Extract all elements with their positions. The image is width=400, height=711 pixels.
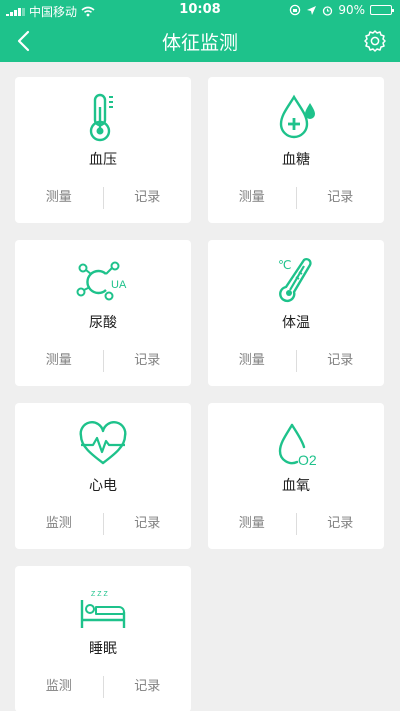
battery-icon bbox=[370, 5, 394, 15]
card-title: 心电 bbox=[89, 478, 117, 494]
card-title: 体温 bbox=[282, 315, 310, 331]
record-button[interactable]: 记录 bbox=[104, 185, 192, 211]
oxygen-drop-icon: O2 bbox=[278, 423, 317, 468]
nav-bar: 体征监测 bbox=[0, 20, 400, 62]
icon-text-zzz: Z Z Z bbox=[91, 591, 108, 598]
card-title: 血压 bbox=[89, 152, 117, 168]
card-title: 血糖 bbox=[282, 152, 310, 168]
measure-button[interactable]: 测量 bbox=[15, 185, 103, 211]
card-actions: 监测 记录 bbox=[15, 674, 191, 700]
card-title: 睡眠 bbox=[89, 641, 117, 657]
record-button[interactable]: 记录 bbox=[297, 511, 385, 537]
record-button[interactable]: 记录 bbox=[104, 511, 192, 537]
card-actions: 监测 记录 bbox=[15, 511, 191, 537]
status-right: 90% bbox=[289, 3, 394, 17]
page-title: 体征监测 bbox=[161, 32, 238, 54]
monitor-button[interactable]: 监测 bbox=[15, 511, 103, 537]
record-button[interactable]: 记录 bbox=[104, 348, 192, 374]
alarm-icon bbox=[323, 5, 333, 16]
card-actions: 测量 记录 bbox=[208, 348, 384, 374]
card-title: 尿酸 bbox=[89, 315, 117, 331]
card-blood-oxygen[interactable]: O2 血氧 测量 记录 bbox=[208, 403, 384, 549]
measure-button[interactable]: 测量 bbox=[208, 511, 296, 537]
icon-text-ua: UA bbox=[111, 279, 127, 291]
card-blood-sugar[interactable]: 血糖 测量 记录 bbox=[208, 77, 384, 223]
card-actions: 测量 记录 bbox=[15, 185, 191, 211]
card-body-temperature[interactable]: ℃ 体温 测量 记录 bbox=[208, 240, 384, 386]
battery-percent: 90% bbox=[338, 3, 365, 17]
icon-text-celsius: ℃ bbox=[278, 258, 291, 272]
card-title: 血氧 bbox=[282, 478, 310, 494]
record-button[interactable]: 记录 bbox=[297, 348, 385, 374]
record-button[interactable]: 记录 bbox=[297, 185, 385, 211]
card-blood-pressure[interactable]: 血压 测量 记录 bbox=[15, 77, 191, 223]
thermometer-icon bbox=[89, 93, 113, 142]
measure-button[interactable]: 测量 bbox=[208, 348, 296, 374]
card-uric-acid[interactable]: UA 尿酸 测量 记录 bbox=[15, 240, 191, 386]
card-ecg[interactable]: 心电 监测 记录 bbox=[15, 403, 191, 549]
status-bar: 中国移动 10:08 90% bbox=[0, 0, 400, 20]
record-button[interactable]: 记录 bbox=[104, 674, 192, 700]
measure-button[interactable]: 测量 bbox=[15, 348, 103, 374]
card-actions: 测量 记录 bbox=[208, 185, 384, 211]
heart-ecg-icon bbox=[79, 421, 127, 465]
card-actions: 测量 记录 bbox=[208, 511, 384, 537]
gear-icon[interactable] bbox=[362, 28, 388, 54]
card-sleep[interactable]: Z Z Z 睡眠 监测 记录 bbox=[15, 566, 191, 711]
card-actions: 测量 记录 bbox=[15, 348, 191, 374]
icon-text-o2: O2 bbox=[298, 452, 317, 468]
monitor-button[interactable]: 监测 bbox=[15, 674, 103, 700]
uric-acid-molecule-icon: UA bbox=[76, 261, 127, 301]
lock-rotation-icon bbox=[290, 4, 301, 16]
location-arrow-icon bbox=[307, 5, 317, 15]
measure-button[interactable]: 测量 bbox=[208, 185, 296, 211]
sleep-bed-icon: Z Z Z bbox=[80, 591, 126, 628]
body-temperature-thermometer-icon: ℃ bbox=[278, 257, 312, 303]
blood-drop-plus-icon bbox=[279, 94, 315, 139]
